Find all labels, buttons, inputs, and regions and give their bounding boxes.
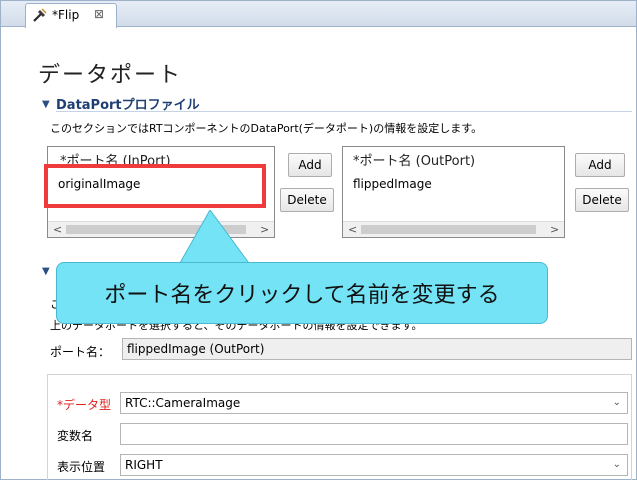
- editor-tab-bar: *Flip ⊠: [1, 1, 636, 28]
- variable-name-input[interactable]: [120, 423, 628, 445]
- callout-text: ポート名をクリックして名前を変更する: [104, 283, 500, 308]
- callout-bubble: ポート名をクリックして名前を変更する: [56, 262, 548, 324]
- scroll-left-icon[interactable]: <: [53, 223, 62, 236]
- port-name-field: flippedImage (OutPort): [122, 338, 632, 360]
- outport-add-button[interactable]: Add: [575, 153, 625, 177]
- chevron-down-icon: ⌄: [612, 459, 621, 470]
- outport-list-item[interactable]: flippedImage: [353, 177, 432, 191]
- editor-tab[interactable]: *Flip ⊠: [25, 3, 117, 28]
- highlight-box: [44, 164, 266, 208]
- inport-add-button[interactable]: Add: [288, 153, 332, 177]
- inport-delete-button[interactable]: Delete: [280, 188, 334, 212]
- section-divider: [56, 111, 632, 112]
- tab-label: *Flip: [52, 8, 80, 22]
- data-type-value: RTC::CameraImage: [125, 396, 241, 410]
- chevron-down-icon: ⌄: [612, 397, 621, 408]
- section-collapse-icon[interactable]: ▼: [42, 99, 50, 110]
- scroll-thumb[interactable]: [361, 225, 536, 234]
- scroll-right-icon[interactable]: >: [260, 223, 269, 236]
- outport-horizontal-scrollbar[interactable]: < >: [343, 221, 564, 237]
- tab-close-icon[interactable]: ⊠: [94, 7, 104, 21]
- data-type-select[interactable]: RTC::CameraImage ⌄: [120, 392, 628, 414]
- display-position-select[interactable]: RIGHT ⌄: [120, 454, 628, 476]
- outport-list-header[interactable]: *ポート名 (OutPort): [353, 150, 475, 169]
- page-title: データポート: [38, 63, 183, 88]
- callout-pointer: [176, 210, 255, 270]
- scroll-right-icon[interactable]: >: [550, 223, 559, 236]
- rtc-builder-icon: [33, 8, 47, 22]
- data-type-label: *データ型: [57, 398, 112, 412]
- port-detail-group: *データ型 RTC::CameraImage ⌄ 変数名 表示位置 RIGHT …: [47, 374, 632, 480]
- port-name-label: ポート名：: [50, 345, 111, 359]
- scroll-left-icon[interactable]: <: [348, 223, 357, 236]
- section-collapse-icon[interactable]: ▼: [42, 266, 50, 277]
- section-description: このセクションではRTコンポーネントのDataPort(データポート)の情報を設…: [50, 122, 483, 135]
- outport-list[interactable]: *ポート名 (OutPort) flippedImage < >: [342, 146, 565, 238]
- display-position-label: 表示位置: [57, 460, 106, 474]
- display-position-value: RIGHT: [125, 458, 163, 472]
- variable-name-label: 変数名: [57, 429, 94, 443]
- outport-delete-button[interactable]: Delete: [575, 188, 629, 212]
